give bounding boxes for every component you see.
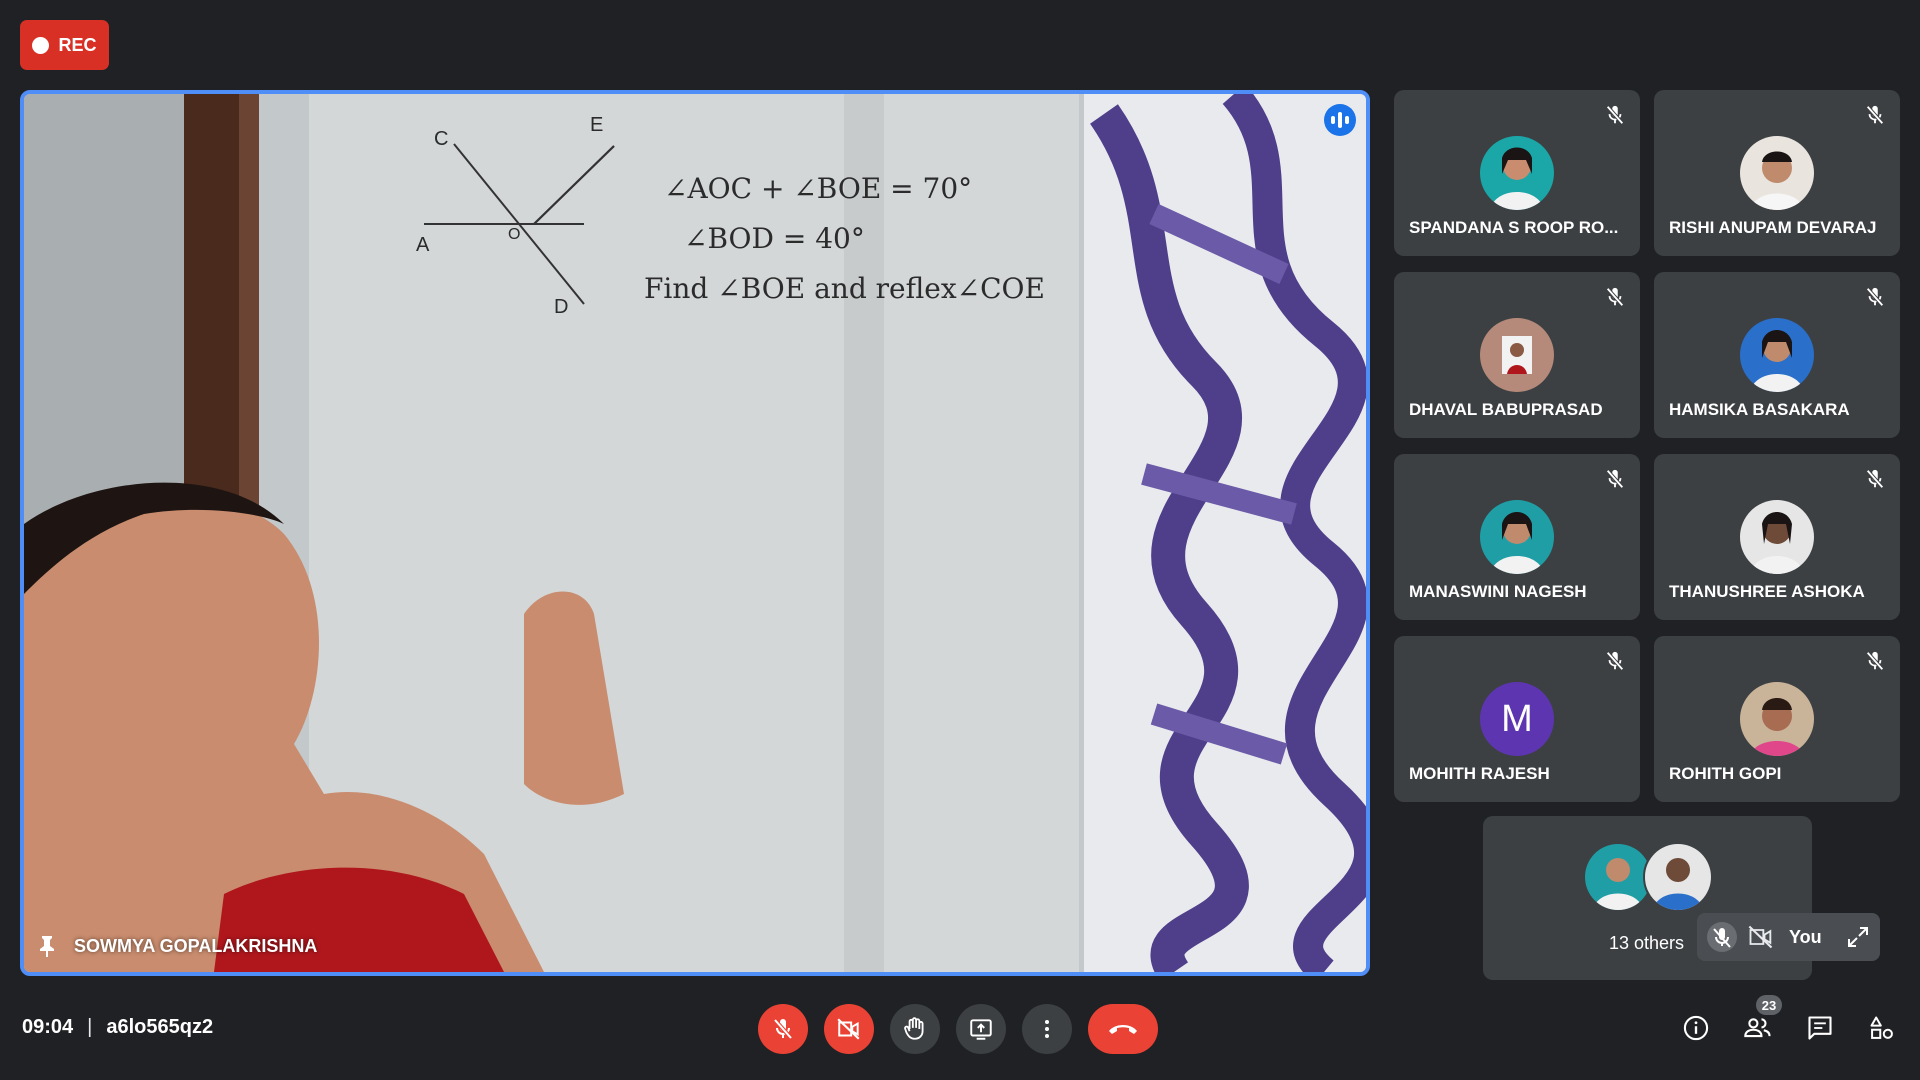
people-icon [1744, 1018, 1771, 1038]
point-label-a: A [416, 234, 430, 256]
mic-off-icon [1866, 651, 1884, 671]
equation-3: Find ∠BOE and reflex∠COE [644, 272, 1045, 305]
expand-icon[interactable] [1846, 925, 1870, 949]
mic-off-icon [1866, 105, 1884, 125]
participant-tile[interactable]: THANUSHREE ASHOKA [1654, 454, 1900, 620]
present-icon [970, 1019, 992, 1040]
chat-icon [1808, 1016, 1832, 1040]
whiteboard-text: ∠AOC + ∠BOE = 70° ∠BOD = 40° Find ∠BOE a… [644, 164, 1045, 314]
activities-icon [1870, 1016, 1893, 1039]
main-video[interactable]: ∠AOC + ∠BOE = 70° ∠BOD = 40° Find ∠BOE a… [20, 90, 1370, 976]
presenter-name: SOWMYA GOPALAKRISHNA [74, 935, 318, 956]
presenter-label: SOWMYA GOPALAKRISHNA [38, 934, 317, 958]
participant-name: RISHI ANUPAM DEVARAJ [1669, 218, 1877, 237]
microphone-toggle-button[interactable] [758, 1004, 808, 1054]
equation-2: ∠BOD = 40° [684, 222, 865, 255]
participant-name: SPANDANA S ROOP RO... [1409, 218, 1619, 237]
student-photo-icon [1480, 318, 1554, 392]
participant-name: THANUSHREE ASHOKA [1669, 582, 1865, 601]
meeting-code: a6lo565qz2 [106, 1016, 214, 1038]
camera-off-icon[interactable] [1747, 923, 1775, 951]
point-label-e: E [590, 114, 604, 136]
recording-indicator: REC [20, 20, 109, 70]
people-count-badge: 23 [1756, 995, 1782, 1015]
participant-tile[interactable]: DHAVAL BABUPRASAD [1394, 272, 1640, 438]
hand-icon [904, 1017, 924, 1040]
camera-toggle-button[interactable] [824, 1004, 874, 1054]
info-icon [1683, 1015, 1709, 1041]
participant-tile[interactable]: RISHI ANUPAM DEVARAJ [1654, 90, 1900, 256]
student-photo-icon [1740, 682, 1814, 756]
self-label: You [1789, 926, 1822, 947]
point-label-c: C [434, 128, 449, 150]
raise-hand-button[interactable] [890, 1004, 940, 1054]
record-dot-icon [32, 36, 50, 54]
participant-name: ROHITH GOPI [1669, 764, 1782, 783]
meeting-time: 09:04 [22, 1016, 74, 1038]
equation-1: ∠AOC + ∠BOE = 70° [664, 172, 973, 205]
mic-off-icon [773, 1018, 793, 1040]
side-controls: 23 [1680, 995, 1898, 1044]
point-label-o: O [508, 226, 521, 243]
pin-icon[interactable] [38, 934, 56, 958]
others-count: 13 others [1609, 933, 1685, 953]
participant-tile[interactable]: ROHITH GOPI [1654, 636, 1900, 802]
student-photo-icon [1480, 500, 1554, 574]
participant-tile[interactable]: MANASWINI NAGESH [1394, 454, 1640, 620]
participant-tile[interactable]: M MOHITH RAJESH [1394, 636, 1640, 802]
activities-button[interactable] [1866, 1012, 1898, 1044]
chat-button[interactable] [1804, 1012, 1836, 1044]
recording-label: REC [58, 34, 97, 55]
present-screen-button[interactable] [956, 1004, 1006, 1054]
student-photo-icon [1740, 136, 1814, 210]
more-vert-icon [1045, 1020, 1049, 1038]
meeting-info-button[interactable] [1680, 1012, 1712, 1044]
speaking-indicator-icon [1324, 104, 1356, 136]
people-button[interactable]: 23 [1742, 995, 1782, 1044]
mic-off-icon[interactable] [1707, 922, 1737, 952]
participant-name: DHAVAL BABUPRASAD [1409, 400, 1603, 419]
mic-off-icon [1866, 469, 1884, 489]
separator: | [87, 1016, 93, 1038]
leave-call-button[interactable] [1088, 1004, 1158, 1054]
mic-off-icon [1606, 105, 1624, 125]
participant-name: MOHITH RAJESH [1409, 764, 1550, 783]
call-controls [758, 1004, 1158, 1054]
meeting-details: 09:04 | a6lo565qz2 [22, 1016, 213, 1039]
mic-off-icon [1866, 287, 1884, 307]
camera-off-icon [837, 1018, 860, 1040]
participant-name: MANASWINI NAGESH [1409, 582, 1587, 601]
hang-up-icon [1109, 1025, 1137, 1034]
student-photo-icon [1740, 500, 1814, 574]
participant-tile[interactable]: HAMSIKA BASAKARA [1654, 272, 1900, 438]
student-photo-icon [1740, 318, 1814, 392]
student-photo-icon [1643, 842, 1713, 912]
more-options-button[interactable] [1022, 1004, 1072, 1054]
mic-off-icon [1606, 287, 1624, 307]
self-view-bar[interactable]: You [1697, 913, 1880, 961]
avatar-letter: M [1501, 697, 1533, 740]
letter-avatar: M [1480, 682, 1554, 756]
student-photo-icon [1480, 136, 1554, 210]
participant-name: HAMSIKA BASAKARA [1669, 400, 1850, 419]
mic-off-icon [1606, 651, 1624, 671]
participant-tile[interactable]: SPANDANA S ROOP RO... [1394, 90, 1640, 256]
mic-off-icon [1606, 469, 1624, 489]
point-label-d: D [554, 296, 569, 318]
